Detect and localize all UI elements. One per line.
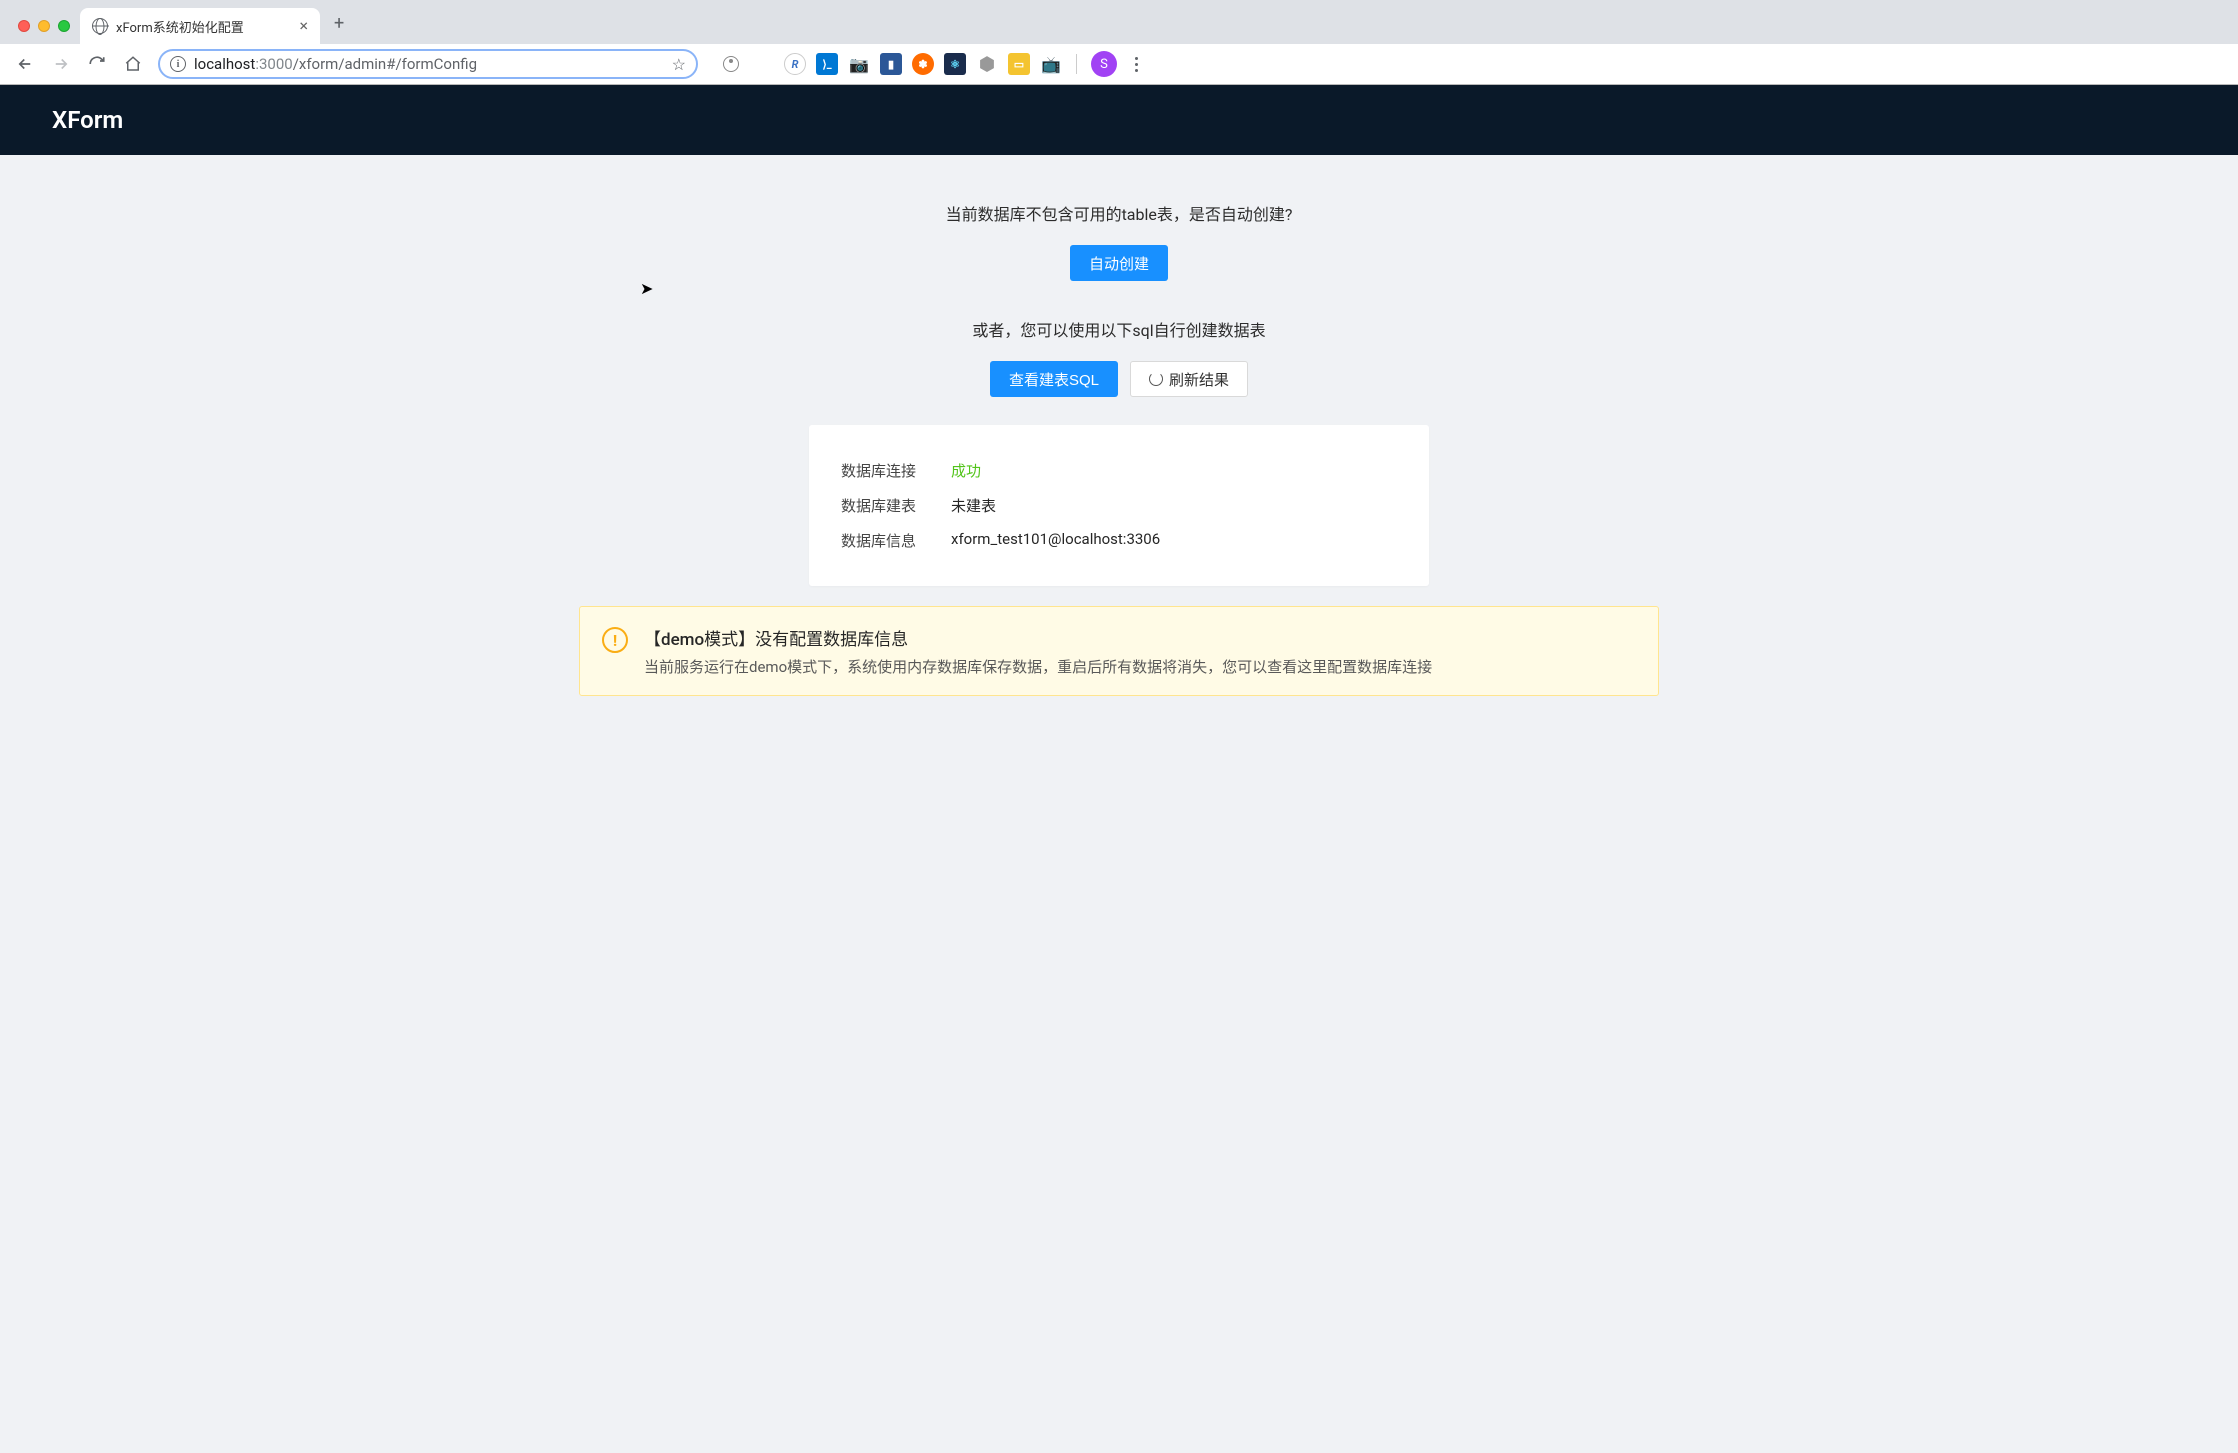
app-header: XForm — [0, 85, 2238, 155]
browser-chrome: xForm系统初始化配置 × + i localhost:3000/xform/… — [0, 0, 2238, 85]
browser-toolbar: i localhost:3000/xform/admin#/formConfig… — [0, 44, 2238, 84]
refresh-button[interactable]: 刷新结果 — [1130, 361, 1248, 397]
extensions-row: RP R ⟩_ 📷 ▮ ✽ ⚛ ⬢ ▭ 📺 S — [720, 51, 1146, 77]
extension-icon-10[interactable]: ▭ — [1008, 53, 1030, 75]
loading-icon — [1149, 372, 1163, 386]
forward-button[interactable] — [44, 49, 78, 79]
extension-icon-11[interactable]: 📺 — [1040, 53, 1062, 75]
menu-button[interactable] — [1127, 57, 1146, 72]
extension-icon-2[interactable]: RP — [752, 53, 774, 75]
status-label: 数据库信息 — [841, 530, 951, 551]
button-row: 查看建表SQL 刷新结果 — [579, 361, 1659, 397]
extension-icon-6[interactable]: ▮ — [880, 53, 902, 75]
new-tab-button[interactable]: + — [320, 13, 358, 44]
status-row-connection: 数据库连接 成功 — [841, 453, 1397, 488]
extension-icon-7[interactable]: ✽ — [912, 53, 934, 75]
window-maximize[interactable] — [58, 20, 70, 32]
auto-create-button[interactable]: 自动创建 — [1070, 245, 1168, 281]
tab-bar: xForm系统初始化配置 × + — [0, 0, 2238, 44]
reload-button[interactable] — [80, 49, 114, 79]
back-button[interactable] — [8, 49, 42, 79]
browser-tab[interactable]: xForm系统初始化配置 × — [80, 8, 320, 44]
site-info-icon[interactable]: i — [170, 56, 186, 72]
close-tab-icon[interactable]: × — [299, 18, 308, 34]
extension-icon-9[interactable]: ⬢ — [976, 53, 998, 75]
alt-prompt-text: 或者，您可以使用以下sql自行创建数据表 — [579, 317, 1659, 341]
separator — [1076, 54, 1077, 74]
alt-section: 或者，您可以使用以下sql自行创建数据表 查看建表SQL 刷新结果 — [579, 317, 1659, 397]
extension-icon-8[interactable]: ⚛ — [944, 53, 966, 75]
status-row-table: 数据库建表 未建表 — [841, 488, 1397, 523]
window-close[interactable] — [18, 20, 30, 32]
profile-avatar[interactable]: S — [1091, 51, 1117, 77]
home-button[interactable] — [116, 49, 150, 79]
alert-body: 【demo模式】没有配置数据库信息 当前服务运行在demo模式下，系统使用内存数… — [644, 625, 1432, 677]
window-controls — [12, 20, 80, 44]
refresh-label: 刷新结果 — [1169, 369, 1229, 390]
status-value: xform_test101@localhost:3306 — [951, 530, 1160, 551]
alert-description: 当前服务运行在demo模式下，系统使用内存数据库保存数据，重启后所有数据将消失，… — [644, 656, 1432, 677]
extension-icon-5[interactable]: 📷 — [848, 53, 870, 75]
status-card: 数据库连接 成功 数据库建表 未建表 数据库信息 xform_test101@l… — [809, 425, 1429, 586]
status-value: 成功 — [951, 460, 981, 481]
app-title: XForm — [52, 106, 123, 134]
prompt-text: 当前数据库不包含可用的table表，是否自动创建? — [579, 201, 1659, 225]
status-row-dbinfo: 数据库信息 xform_test101@localhost:3306 — [841, 523, 1397, 558]
warning-icon: ! — [602, 627, 628, 653]
main-content: 当前数据库不包含可用的table表，是否自动创建? 自动创建 或者，您可以使用以… — [559, 155, 1679, 736]
extension-icon-1[interactable] — [720, 53, 742, 75]
page: XForm ➤ 当前数据库不包含可用的table表，是否自动创建? 自动创建 或… — [0, 85, 2238, 1453]
globe-icon — [92, 18, 108, 34]
tab-title: xForm系统初始化配置 — [116, 17, 291, 36]
extension-icon-3[interactable]: R — [784, 53, 806, 75]
address-bar[interactable]: i localhost:3000/xform/admin#/formConfig… — [158, 49, 698, 79]
demo-alert: ! 【demo模式】没有配置数据库信息 当前服务运行在demo模式下，系统使用内… — [579, 606, 1659, 696]
status-label: 数据库连接 — [841, 460, 951, 481]
extension-icon-4[interactable]: ⟩_ — [816, 53, 838, 75]
view-sql-button[interactable]: 查看建表SQL — [990, 361, 1118, 397]
window-minimize[interactable] — [38, 20, 50, 32]
alert-title: 【demo模式】没有配置数据库信息 — [644, 625, 1432, 650]
url-text: localhost:3000/xform/admin#/formConfig — [194, 55, 664, 73]
status-value: 未建表 — [951, 495, 996, 516]
status-label: 数据库建表 — [841, 495, 951, 516]
bookmark-icon[interactable]: ☆ — [672, 55, 686, 74]
